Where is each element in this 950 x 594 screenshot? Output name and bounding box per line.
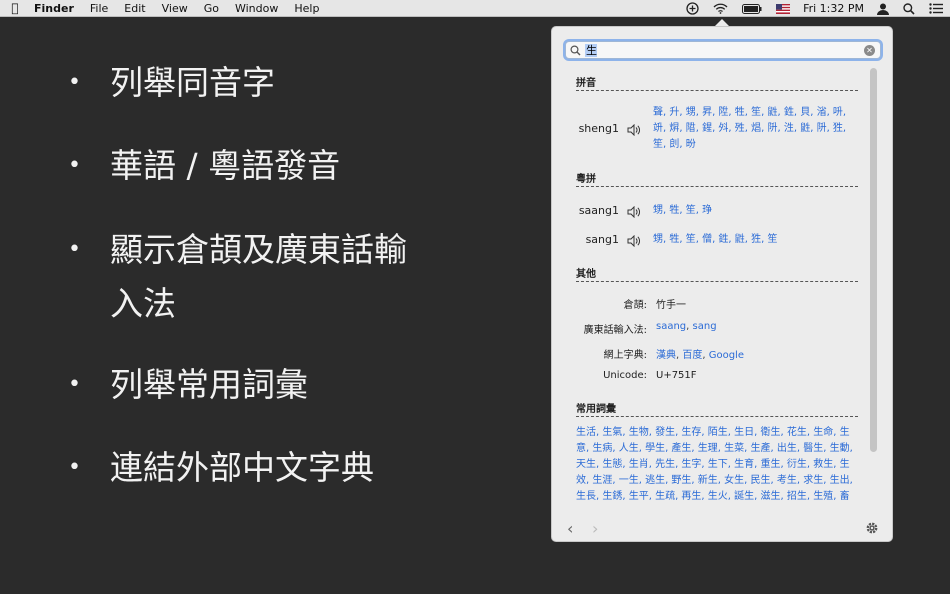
feature-item: • 列舉同音字 — [68, 56, 468, 110]
online-dict-link[interactable]: 漢典 — [656, 350, 676, 361]
online-dict-link[interactable]: Google — [709, 350, 744, 361]
menu-file[interactable]: File — [82, 2, 116, 15]
section-title-pinyin: 拼音 — [576, 78, 596, 89]
section-divider — [576, 90, 858, 91]
jyutping-reading: sang1 — [585, 233, 619, 246]
search-input[interactable] — [586, 42, 856, 58]
section-title-vocab: 常用詞彙 — [576, 404, 616, 415]
search-icon — [570, 41, 586, 60]
homophone-list[interactable]: 甥, 牲, 笙, 僧, 鉎, 鼪, 狌, 笙 — [653, 232, 849, 248]
online-dict-values: 漢典, 百度, Google — [656, 350, 744, 361]
menu-window[interactable]: Window — [227, 2, 286, 15]
scrollbar[interactable] — [870, 68, 877, 452]
menu-clock[interactable]: Fri 1:32 PM — [797, 2, 870, 15]
back-arrow-icon[interactable]: ‹ — [567, 519, 573, 538]
search-field[interactable]: ✕ — [565, 41, 881, 59]
bullet: • — [68, 455, 81, 480]
speaker-icon[interactable] — [627, 206, 641, 218]
cantonese-ime-link[interactable]: saang — [656, 321, 686, 332]
bullet: • — [68, 70, 81, 95]
battery-icon[interactable] — [735, 0, 769, 17]
feature-text: 列舉常用詞彙 — [110, 365, 308, 404]
menu-go[interactable]: Go — [196, 2, 227, 15]
section-divider — [576, 186, 858, 187]
dictionary-popover: ✕ 拼音 sheng1 聲, 升, 甥, 昇, 陞, 牲, 笙, 鼪, 鉎, 貝… — [551, 26, 893, 542]
clear-search-icon[interactable]: ✕ — [864, 45, 875, 56]
cantonese-ime-values: saang, sang — [656, 321, 717, 332]
dictionary-add-icon[interactable] — [679, 0, 706, 17]
wifi-icon[interactable] — [706, 0, 735, 17]
online-dict-label: 網上字典: — [603, 350, 647, 361]
speaker-icon[interactable] — [627, 235, 641, 247]
bullet: • — [68, 153, 81, 178]
menu-bar:  Finder File Edit View Go Window Help F… — [0, 0, 950, 17]
cangjie-label: 倉頡: — [623, 300, 647, 311]
homophone-list[interactable]: 甥, 牲, 笙, 琤 — [653, 203, 849, 219]
forward-arrow-icon[interactable]: › — [592, 519, 598, 538]
feature-text: 連結外部中文字典 — [110, 448, 374, 487]
notification-list-icon[interactable] — [922, 0, 950, 17]
bullet: • — [68, 237, 81, 262]
popover-toolbar: ‹ › — [552, 514, 892, 541]
flag-us-icon[interactable] — [769, 0, 797, 17]
section-title-jyutping: 粵拼 — [576, 174, 596, 185]
menu-app-name[interactable]: Finder — [30, 2, 82, 15]
bullet: • — [68, 372, 81, 397]
unicode-value: U+751F — [656, 370, 697, 381]
vocab-list[interactable]: 生活, 生氣, 生物, 發生, 生存, 陌生, 生日, 衛生, 花生, 生命, … — [576, 425, 856, 502]
menu-help[interactable]: Help — [286, 2, 327, 15]
speaker-icon[interactable] — [627, 124, 641, 136]
feature-text: 華語 / 粵語發音 — [110, 146, 341, 185]
section-divider — [576, 281, 858, 282]
feature-text: 列舉同音字 — [110, 63, 275, 102]
cantonese-ime-label: 廣東話輸入法: — [583, 325, 647, 336]
jyutping-reading: saang1 — [578, 204, 619, 217]
feature-text: 顯示倉頡及廣東話輸入法 — [110, 230, 407, 323]
menu-view[interactable]: View — [154, 2, 196, 15]
online-dict-link[interactable]: 百度 — [682, 350, 702, 361]
spotlight-search-icon[interactable] — [896, 0, 922, 17]
unicode-label: Unicode: — [603, 370, 647, 381]
apple-menu-icon[interactable]:  — [0, 1, 30, 15]
gear-icon[interactable] — [865, 521, 879, 535]
section-title-other: 其他 — [576, 269, 596, 280]
user-icon[interactable] — [870, 0, 896, 17]
feature-item: • 連結外部中文字典 — [68, 441, 468, 495]
popover-content: 拼音 sheng1 聲, 升, 甥, 昇, 陞, 牲, 笙, 鼪, 鉎, 貝, … — [552, 67, 892, 502]
feature-item: • 列舉常用詞彙 — [68, 358, 468, 412]
section-divider — [576, 416, 858, 417]
menu-edit[interactable]: Edit — [116, 2, 153, 15]
menu-extras: Fri 1:32 PM — [679, 0, 950, 17]
cantonese-ime-link[interactable]: sang — [693, 321, 717, 332]
cangjie-value: 竹手一 — [656, 300, 686, 311]
homophone-list[interactable]: 聲, 升, 甥, 昇, 陞, 牲, 笙, 鼪, 鉎, 貝, 渻, 呏, 竔, 焺… — [653, 105, 849, 153]
feature-item: • 華語 / 粵語發音 — [68, 139, 468, 193]
pinyin-reading: sheng1 — [578, 122, 619, 135]
feature-item: • 顯示倉頡及廣東話輸入法 — [68, 223, 468, 331]
